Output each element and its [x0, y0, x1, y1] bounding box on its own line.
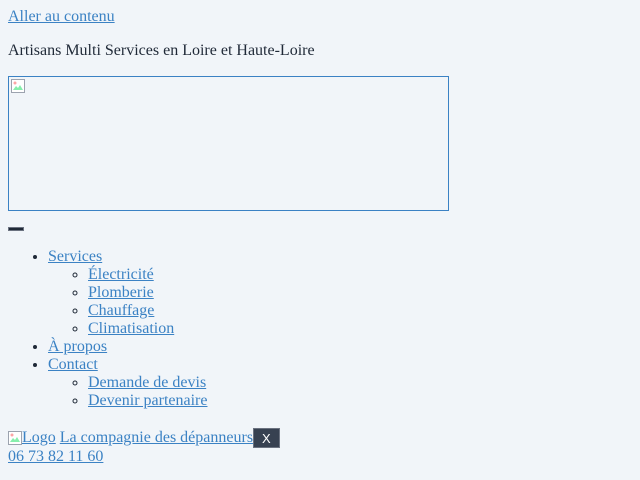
menu-toggle-button[interactable] — [8, 227, 24, 231]
submenu-item: Chauffage — [88, 302, 207, 320]
brand-name: La compagnie des dépanneurs — [59, 429, 254, 446]
nav-link-services[interactable]: Services — [48, 248, 102, 265]
close-button[interactable]: X — [253, 428, 280, 448]
submenu-services: Électricité Plomberie Chauffage Climatis… — [48, 266, 207, 338]
broken-image-icon — [8, 431, 22, 445]
nav-link-a-propos[interactable]: À propos — [48, 338, 107, 355]
banner-image — [8, 76, 449, 211]
logo-alt-text: Logo — [22, 429, 56, 446]
skip-to-content-link[interactable]: Aller au contenu — [8, 8, 115, 26]
submenu-item: Climatisation — [88, 320, 207, 338]
brand-link[interactable]: Logo La compagnie des dépanneurs — [8, 429, 253, 447]
nav-item-contact: Contact Demande de devis Devenir partena… — [48, 356, 207, 410]
submenu-item: Électricité — [88, 266, 207, 284]
submenu-item: Plomberie — [88, 284, 207, 302]
submenu-item: Devenir partenaire — [88, 392, 207, 410]
nav-link-plomberie[interactable]: Plomberie — [88, 284, 154, 301]
nav-link-climatisation[interactable]: Climatisation — [88, 320, 174, 337]
nav-link-chauffage[interactable]: Chauffage — [88, 302, 154, 319]
submenu-item: Demande de devis — [88, 374, 207, 392]
main-navigation: Services Électricité Plomberie Chauffage… — [8, 248, 207, 410]
nav-link-demande-de-devis[interactable]: Demande de devis — [88, 374, 206, 391]
phone-link[interactable]: 06 73 82 11 60 — [8, 448, 103, 466]
nav-link-devenir-partenaire[interactable]: Devenir partenaire — [88, 392, 207, 409]
nav-link-electricite[interactable]: Électricité — [88, 266, 154, 283]
site-tagline: Artisans Multi Services en Loire et Haut… — [8, 42, 315, 59]
nav-item-a-propos: À propos — [48, 338, 207, 356]
bottom-bar: Logo La compagnie des dépanneurs X — [8, 428, 280, 448]
submenu-contact: Demande de devis Devenir partenaire — [48, 374, 207, 410]
nav-link-contact[interactable]: Contact — [48, 356, 98, 373]
broken-image-icon — [11, 79, 25, 93]
nav-item-services: Services Électricité Plomberie Chauffage… — [48, 248, 207, 338]
